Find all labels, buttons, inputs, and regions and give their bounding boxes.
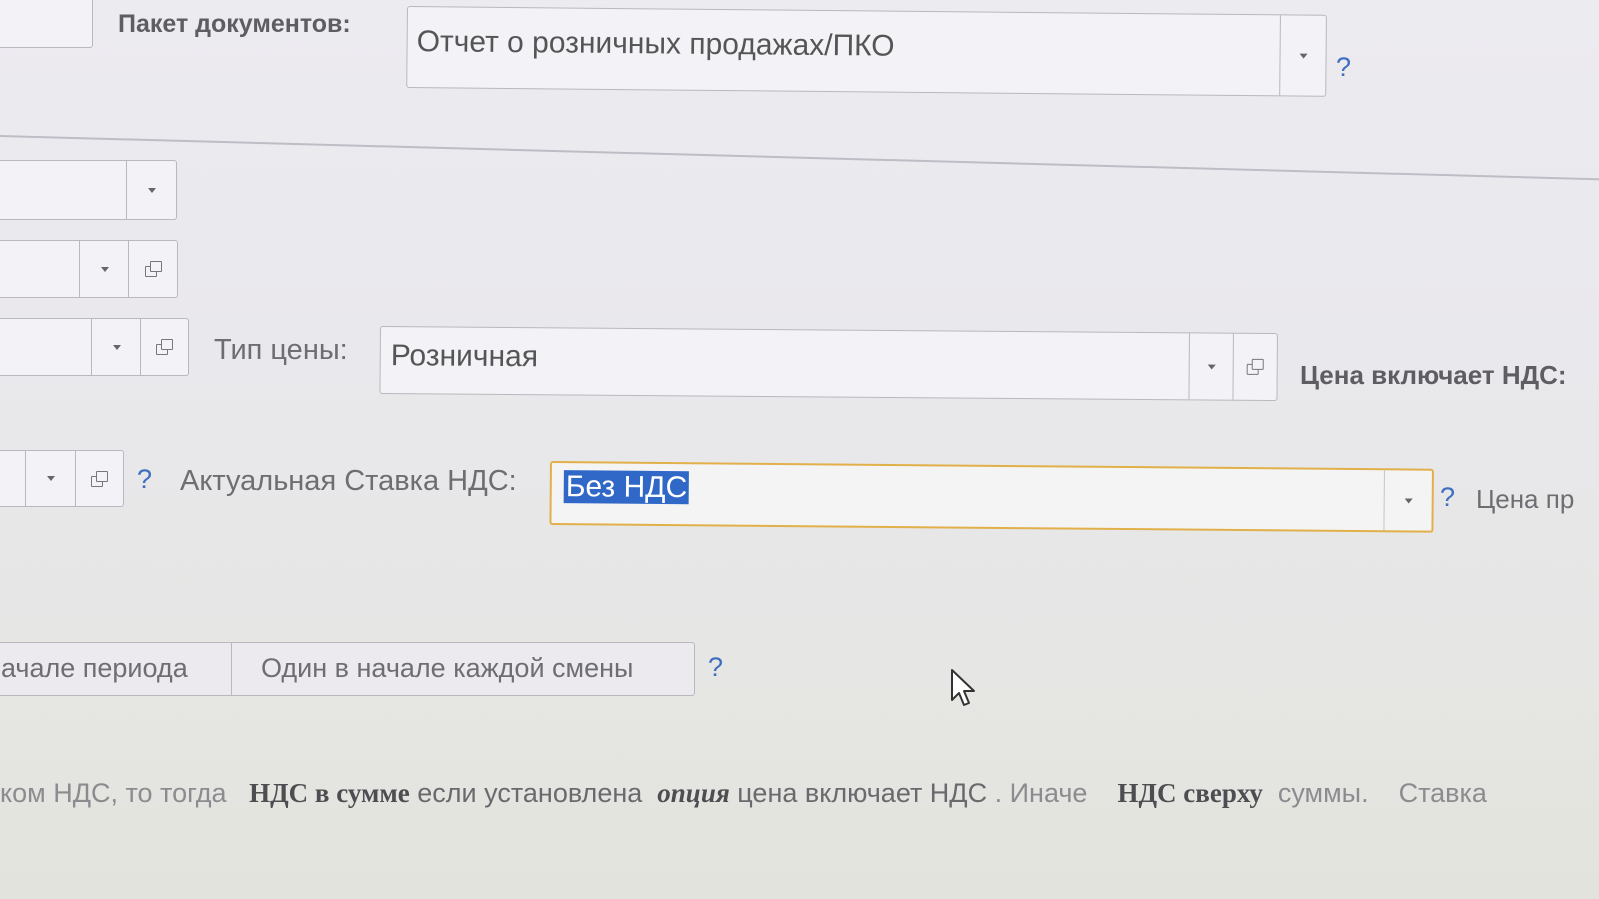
open-form-icon (91, 470, 109, 487)
chevron-down-icon (1299, 53, 1308, 59)
price-type-select[interactable]: Розничная (379, 326, 1278, 402)
section-divider (0, 135, 1599, 181)
period-toggle-divider (231, 643, 232, 695)
period-toggle-group: ачале периода Один в начале каждой смены (0, 642, 695, 696)
partial-select-row2[interactable] (0, 240, 178, 298)
vat-rate-value: Без НДС (563, 470, 690, 505)
note-part-3: если установлена (417, 778, 643, 808)
note-part-8: суммы. (1277, 778, 1369, 808)
period-option-start[interactable]: ачале периода (1, 653, 188, 684)
row2-open-button[interactable] (128, 241, 178, 297)
chevron-down-icon (100, 266, 109, 272)
price-type-dropdown-button[interactable] (1188, 333, 1234, 400)
note-part-2: НДС в сумме (249, 778, 410, 808)
open-form-icon (156, 339, 174, 355)
price-type-open-button[interactable] (1232, 333, 1278, 401)
note-part-6: . Иначе (994, 778, 1088, 808)
open-form-icon (144, 261, 163, 277)
row4-dropdown-button[interactable] (25, 451, 76, 506)
row2-dropdown-button[interactable] (79, 241, 129, 297)
partial-select-row3[interactable] (0, 318, 189, 376)
period-help-icon[interactable]: ? (708, 652, 723, 683)
vat-rate-help-icon[interactable]: ? (1440, 482, 1455, 513)
chevron-down-icon (1404, 497, 1413, 504)
row4-open-button[interactable] (75, 451, 124, 506)
period-option-each-shift[interactable]: Один в начале каждой смены (261, 653, 633, 684)
package-dropdown-button[interactable] (1279, 15, 1327, 96)
note-part-5: цена включает НДС (737, 778, 988, 808)
open-form-icon (1247, 359, 1265, 375)
partial-select-row4[interactable] (0, 450, 124, 507)
partial-select-row1[interactable] (0, 160, 177, 220)
chevron-down-icon (47, 476, 55, 481)
price-cut-label: Цена пр (1476, 484, 1575, 514)
row3-dropdown-button[interactable] (91, 319, 141, 375)
row3-open-button[interactable] (140, 319, 189, 375)
note-part-9: Ставка (1398, 778, 1487, 808)
package-help-icon[interactable]: ? (1336, 52, 1351, 83)
package-select[interactable]: Отчет о розничных продажах/ПКО (406, 6, 1327, 97)
vat-note-text: ком НДС, то тогда НДС в сумме если устан… (0, 778, 1487, 809)
partial-field-top-left[interactable] (0, 0, 93, 48)
package-select-value: Отчет о розничных продажах/ПКО (416, 25, 895, 63)
price-type-value: Розничная (390, 339, 539, 374)
chevron-down-icon (148, 187, 156, 193)
mouse-cursor-icon (951, 669, 975, 706)
note-part-4: опция (657, 778, 730, 808)
note-part-1: ком НДС, то тогда (0, 778, 227, 808)
price-type-label: Тип цены: (214, 334, 348, 366)
row1-dropdown-button[interactable] (126, 161, 177, 219)
package-label: Пакет документов: (118, 10, 351, 38)
vat-rate-selected-text: Без НДС (563, 470, 690, 505)
note-part-7: НДС сверху (1117, 778, 1263, 808)
row4-help-icon[interactable]: ? (137, 464, 152, 495)
vat-rate-select[interactable]: Без НДС (549, 461, 1434, 533)
vat-rate-dropdown-button[interactable] (1383, 470, 1433, 531)
price-includes-vat-label: Цена включает НДС: (1300, 360, 1567, 390)
vat-rate-label: Актуальная Ставка НДС: (180, 465, 517, 497)
chevron-down-icon (112, 344, 121, 350)
chevron-down-icon (1207, 364, 1216, 370)
